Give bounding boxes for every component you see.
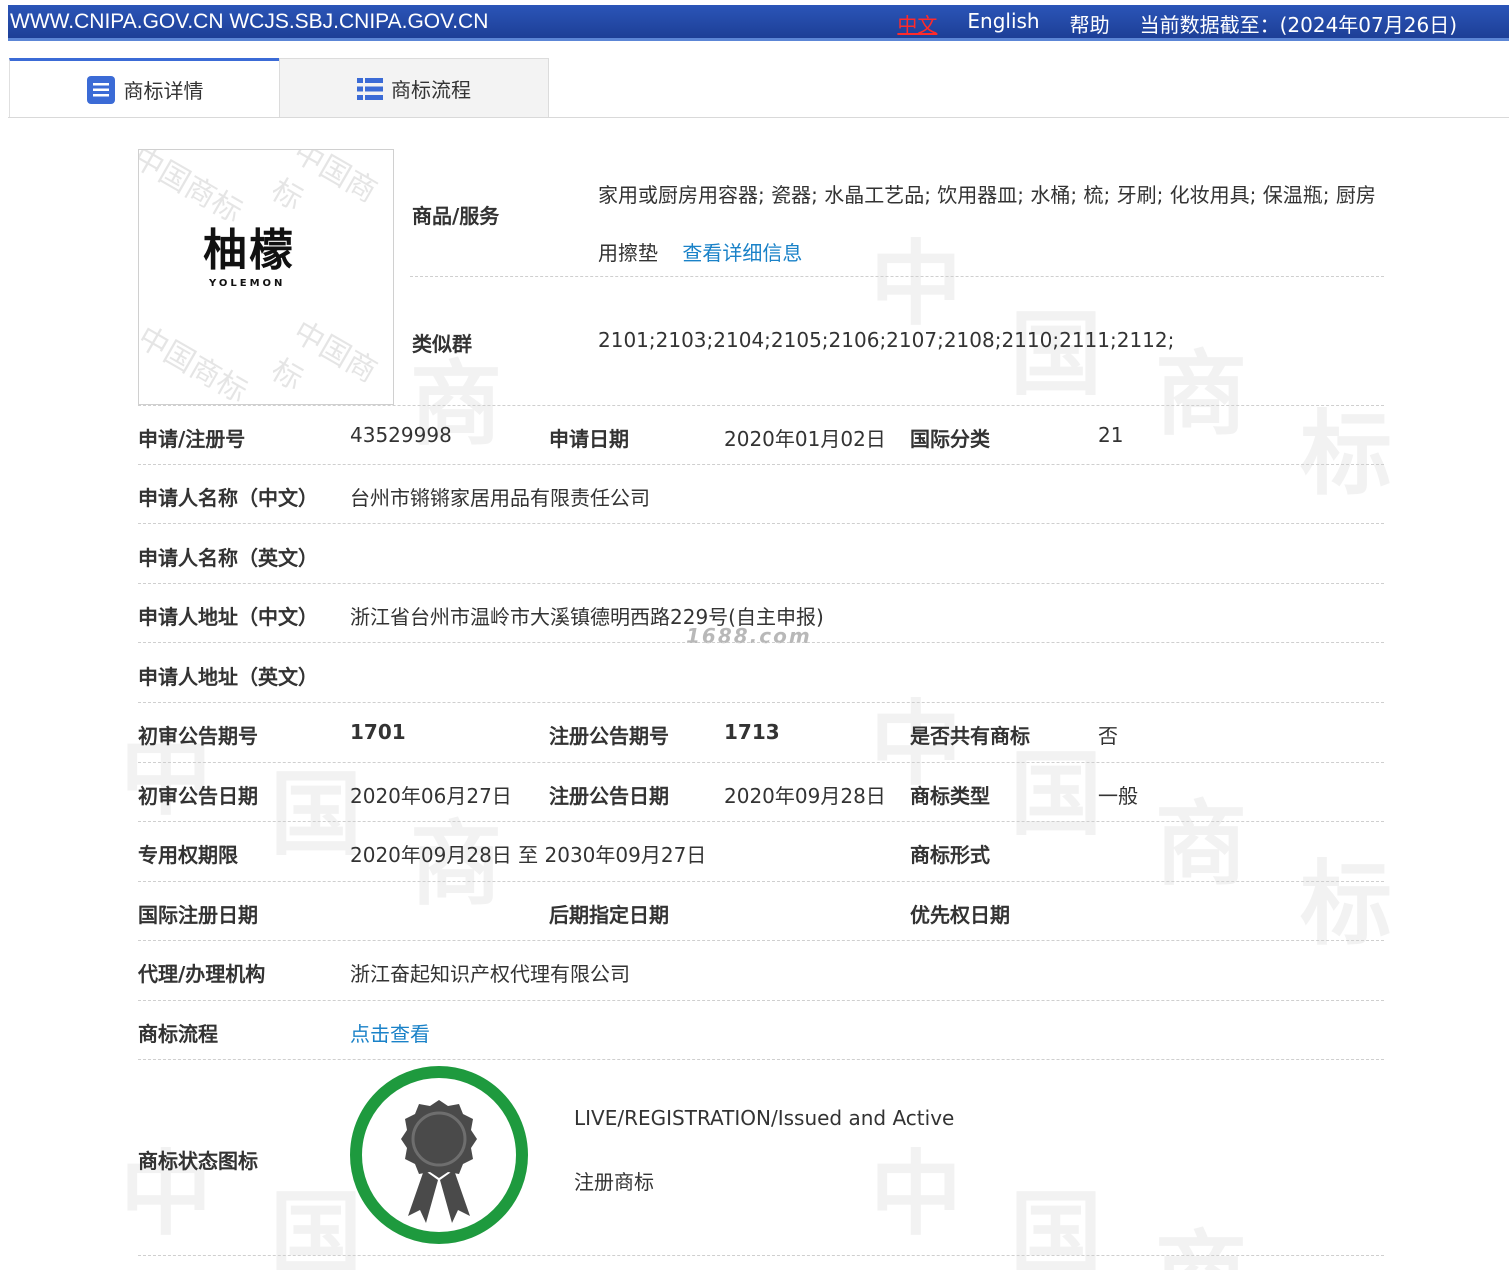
divider [138, 821, 1384, 822]
tab-trademark-detail[interactable]: 商标详情 [9, 58, 279, 118]
trademark-en-text: YOLEMON [209, 278, 286, 289]
bg-watermark: 中 [870, 1141, 963, 1248]
divider [138, 405, 1384, 406]
bg-watermark: 商 [1155, 1200, 1247, 1270]
help-link[interactable]: 帮助 [1070, 9, 1110, 38]
divider [138, 881, 1384, 882]
divider [410, 276, 1384, 277]
bg-watermark: 国 [1010, 1181, 1103, 1270]
prelim-date-value: 2020年06月27日 [350, 784, 512, 808]
agency-label: 代理/办理机构 [138, 962, 266, 986]
app-date-label: 申请日期 [549, 427, 629, 451]
priority-date-label: 优先权日期 [910, 903, 1010, 927]
tm-form-label: 商标形式 [910, 843, 990, 867]
reg-pub-date-value: 2020年09月28日 [724, 784, 886, 808]
intl-reg-date-label: 国际注册日期 [138, 903, 258, 927]
divider [138, 523, 1384, 524]
logo-watermark: 中国商标 [265, 314, 383, 398]
top-right-links: 中文 English 帮助 当前数据截至：(2024年07月26日) [897, 9, 1457, 38]
divider [138, 583, 1384, 584]
divider [138, 464, 1384, 465]
goods-value: 家用或厨房用容器; 瓷器; 水晶工艺品; 饮用器皿; 水桶; 梳; 牙刷; 化妆… [598, 166, 1388, 282]
similar-group-label: 类似群 [412, 332, 472, 356]
address-en-label: 申请人地址（英文） [138, 665, 318, 689]
reg-no-value: 43529998 [350, 423, 452, 447]
agency-value: 浙江奋起知识产权代理有限公司 [350, 962, 630, 986]
intl-class-label: 国际分类 [910, 427, 990, 451]
lang-chinese-link[interactable]: 中文 [897, 9, 937, 38]
term-value: 2020年09月28日 至 2030年09月27日 [350, 843, 707, 867]
status-cn-text: 注册商标 [574, 1170, 654, 1194]
bg-watermark: 国 [270, 761, 363, 868]
site-watermark: 1688.com [686, 624, 812, 648]
divider [138, 940, 1384, 941]
bg-watermark: 标 [1300, 851, 1393, 958]
site-urls: WWW.CNIPA.GOV.CN WCJS.SBJ.CNIPA.GOV.CN [10, 10, 489, 33]
reg-pub-no-value: 1713 [724, 720, 780, 744]
divider [138, 1255, 1384, 1256]
reg-pub-no-label: 注册公告期号 [549, 724, 669, 748]
divider [138, 702, 1384, 703]
term-label: 专用权期限 [138, 843, 238, 867]
goods-detail-link[interactable]: 查看详细信息 [682, 241, 802, 265]
later-date-label: 后期指定日期 [549, 903, 669, 927]
divider [138, 642, 1384, 643]
status-badge-icon [350, 1066, 528, 1244]
logo-watermark: 中国商标 [138, 319, 253, 405]
data-date-text: 当前数据截至：(2024年07月26日) [1139, 13, 1457, 37]
intl-class-value: 21 [1098, 423, 1124, 447]
prelim-no-value: 1701 [350, 720, 406, 744]
bg-watermark: 中 [120, 1141, 213, 1248]
lang-english-link[interactable]: English [967, 9, 1039, 38]
tab-flow-label: 商标流程 [391, 78, 471, 102]
applicant-en-label: 申请人名称（英文） [138, 546, 318, 570]
flow-view-link[interactable]: 点击查看 [350, 1018, 430, 1047]
tab-detail-label: 商标详情 [123, 79, 204, 103]
tab-trademark-flow[interactable]: 商标流程 [279, 58, 549, 118]
top-header-bar: WWW.CNIPA.GOV.CN WCJS.SBJ.CNIPA.GOV.CN 中… [8, 5, 1509, 41]
similar-group-value: 2101;2103;2104;2105;2106;2107;2108;2110;… [598, 328, 1175, 352]
reg-pub-date-label: 注册公告日期 [549, 784, 669, 808]
list-doc-icon [86, 75, 116, 105]
divider [138, 762, 1384, 763]
bg-watermark: 标 [1300, 401, 1393, 508]
shared-label: 是否共有商标 [910, 724, 1030, 748]
reg-no-label: 申请/注册号 [138, 427, 246, 451]
app-date-value: 2020年01月02日 [724, 427, 886, 451]
goods-label: 商品/服务 [412, 204, 500, 228]
applicant-cn-value: 台州市锵锵家居用品有限责任公司 [350, 486, 650, 510]
tabs-divider [8, 117, 1509, 118]
bg-watermark: 国 [270, 1181, 363, 1270]
status-icon-label: 商标状态图标 [138, 1149, 258, 1173]
applicant-cn-label: 申请人名称（中文） [138, 486, 318, 510]
bg-watermark: 商 [1155, 791, 1248, 898]
address-cn-label: 申请人地址（中文） [138, 605, 318, 629]
tm-type-label: 商标类型 [910, 784, 990, 808]
trademark-image: 中国商标 中国商标 中国商标 中国商标 柚檬 YOLEMON [138, 149, 394, 405]
status-en-text: LIVE/REGISTRATION/Issued and Active [574, 1106, 955, 1130]
divider [138, 1059, 1384, 1060]
shared-value: 否 [1098, 724, 1118, 748]
flow-label: 商标流程 [138, 1022, 218, 1046]
trademark-cn-text: 柚檬 [203, 225, 295, 276]
prelim-no-label: 初审公告期号 [138, 724, 258, 748]
list-icon [357, 77, 383, 101]
tm-type-value: 一般 [1098, 784, 1138, 808]
prelim-date-label: 初审公告日期 [138, 784, 258, 808]
divider [138, 1000, 1384, 1001]
